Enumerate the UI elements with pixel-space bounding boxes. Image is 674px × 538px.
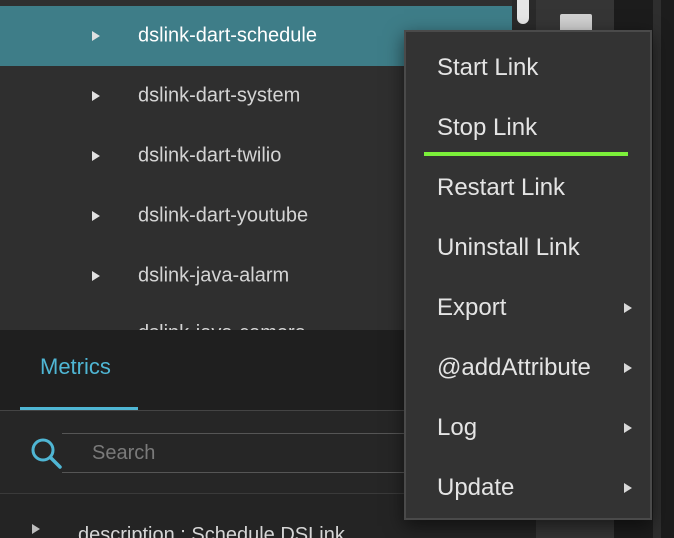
menu-item-label: Log (437, 414, 478, 441)
chevron-right-icon (624, 423, 632, 433)
menu-item-label: Export (437, 294, 507, 321)
menu-item-start-link[interactable]: Start Link (406, 38, 650, 98)
tree-item-label: dslink-java-camera (138, 322, 306, 330)
menu-item-label: Stop Link (437, 114, 538, 141)
menu-item-label: Start Link (437, 54, 539, 81)
menu-item-label: Restart Link (437, 174, 566, 201)
chevron-right-icon (624, 483, 632, 493)
tree-item-label: dslink-java-alarm (138, 264, 290, 287)
metric-row-label: description : Schedule DSLink (78, 524, 345, 538)
chevron-right-icon (624, 303, 632, 313)
hover-indicator (424, 152, 628, 156)
menu-item-label: @addAttribute (437, 354, 591, 381)
menu-item-label: Update (437, 474, 515, 501)
caret-right-icon[interactable] (92, 31, 100, 41)
tree-item-label: dslink-dart-system (138, 84, 301, 107)
chevron-right-icon (624, 363, 632, 373)
app-window: dslink-dart-schedule dslink-dart-system … (0, 0, 674, 538)
caret-right-icon[interactable] (32, 524, 40, 534)
menu-item-restart-link[interactable]: Restart Link (406, 158, 650, 218)
tree-scrollbar-thumb[interactable] (517, 0, 529, 24)
context-menu: Start Link Stop Link Restart Link Uninst… (404, 30, 652, 520)
caret-right-icon[interactable] (92, 211, 100, 221)
active-tab-indicator (20, 407, 138, 410)
menu-item-log[interactable]: Log (406, 398, 650, 458)
search-icon (31, 438, 62, 469)
caret-right-icon[interactable] (92, 151, 100, 161)
tree-item-label: dslink-dart-youtube (138, 204, 309, 227)
tree-item-label: dslink-dart-schedule (138, 24, 317, 47)
right-edge-scrollbar[interactable] (653, 0, 661, 538)
caret-right-icon[interactable] (92, 271, 100, 281)
menu-item-stop-link[interactable]: Stop Link (406, 98, 650, 158)
tab-metrics[interactable]: Metrics (20, 330, 138, 410)
tree-item-label: dslink-dart-twilio (138, 144, 282, 167)
menu-item-export[interactable]: Export (406, 278, 650, 338)
menu-item-add-attribute[interactable]: @addAttribute (406, 338, 650, 398)
menu-item-label: Uninstall Link (437, 234, 580, 261)
search-input[interactable] (62, 433, 422, 473)
menu-item-update[interactable]: Update (406, 458, 650, 518)
caret-right-icon[interactable] (92, 91, 100, 101)
menu-item-uninstall-link[interactable]: Uninstall Link (406, 218, 650, 278)
tab-metrics-label: Metrics (40, 354, 111, 379)
